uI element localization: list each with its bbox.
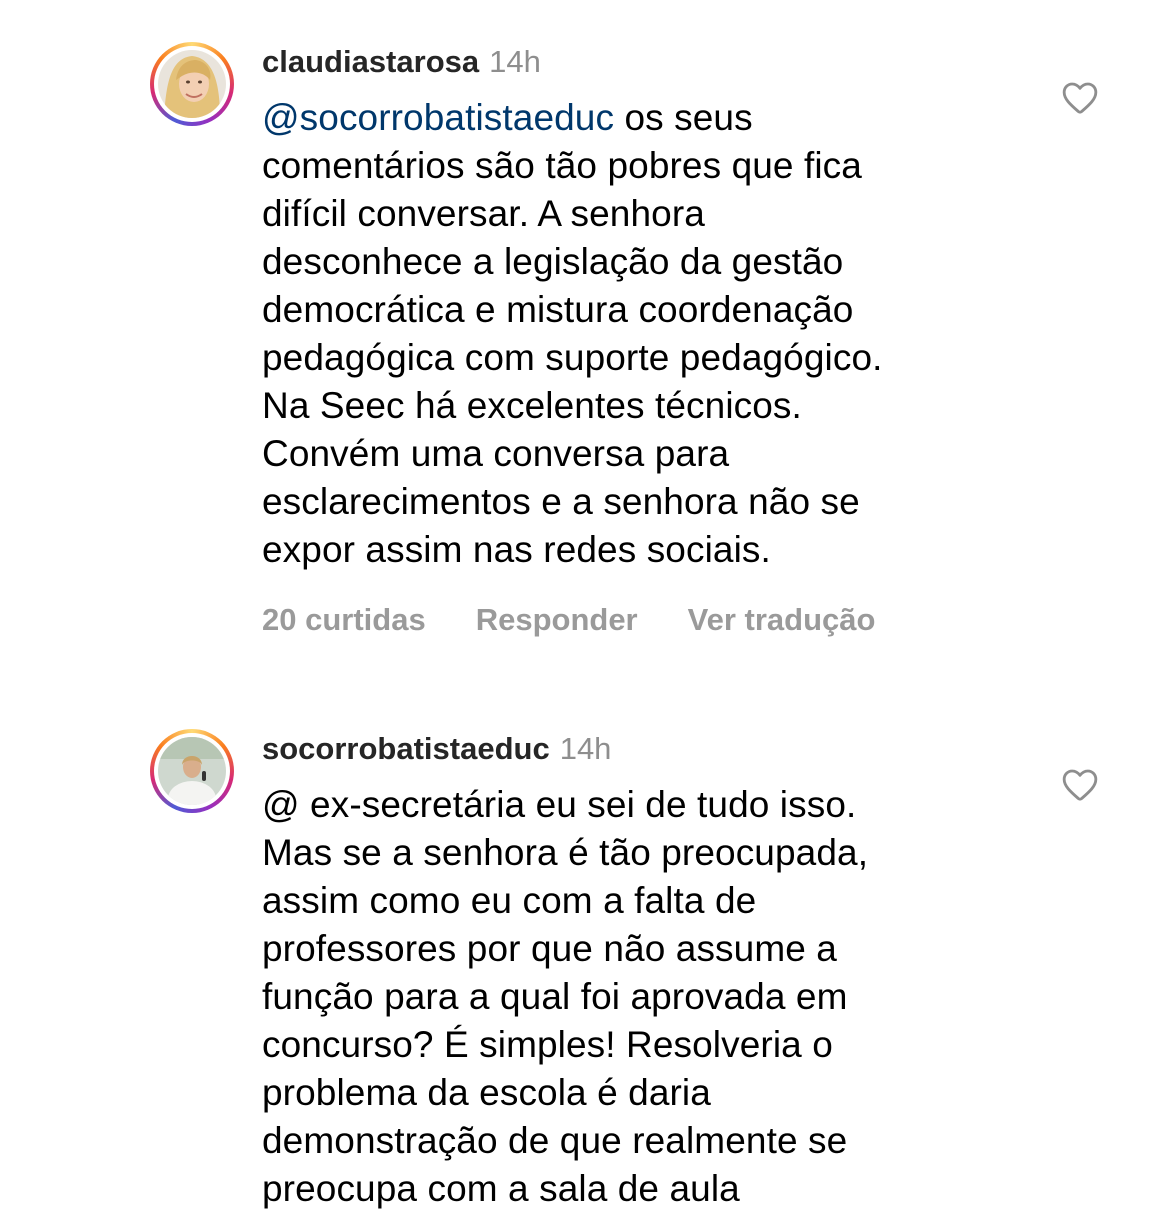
story-ring[interactable] — [150, 42, 234, 126]
comment-item: claudiastarosa 14h @socorrobatistaeduc os… — [0, 38, 1170, 658]
comment-header: claudiastarosa 14h — [262, 40, 541, 84]
comment-timestamp: 14h — [559, 731, 612, 766]
woman-speaking-microphone-avatar-icon — [158, 737, 226, 805]
avatar-frame — [154, 46, 230, 122]
comment-body: @ ex-secretária eu sei de tudo isso. Mas… — [262, 781, 1022, 1213]
mention-link[interactable]: @socorrobatistaeduc — [262, 97, 614, 138]
comment-actions: 20 curtidas Responder Ver tradução — [262, 598, 875, 642]
likes-count-button[interactable]: 20 curtidas — [262, 598, 426, 642]
avatar-frame — [154, 733, 230, 809]
comment-text: os seus comentários são tão pobres que f… — [262, 97, 883, 570]
comment-timestamp: 14h — [489, 44, 541, 79]
woman-blonde-hair-avatar-icon — [158, 50, 226, 118]
comment-header: socorrobatistaeduc 14h — [262, 727, 611, 771]
comment-body: @socorrobatistaeduc os seus comentários … — [262, 94, 1022, 574]
reply-button[interactable]: Responder — [476, 598, 638, 642]
username-link[interactable]: socorrobatistaeduc — [262, 731, 550, 766]
avatar[interactable] — [158, 737, 226, 805]
comment-text: @ ex-secretária eu sei de tudo isso. Mas… — [262, 784, 869, 1209]
see-translation-button[interactable]: Ver tradução — [688, 598, 876, 642]
story-ring[interactable] — [150, 729, 234, 813]
username-link[interactable]: claudiastarosa — [262, 44, 479, 79]
heart-outline-icon[interactable] — [1060, 78, 1100, 118]
avatar[interactable] — [158, 50, 226, 118]
comment-item: socorrobatistaeduc 14h @ ex-secretária eu… — [0, 725, 1170, 1218]
heart-outline-icon[interactable] — [1060, 765, 1100, 805]
